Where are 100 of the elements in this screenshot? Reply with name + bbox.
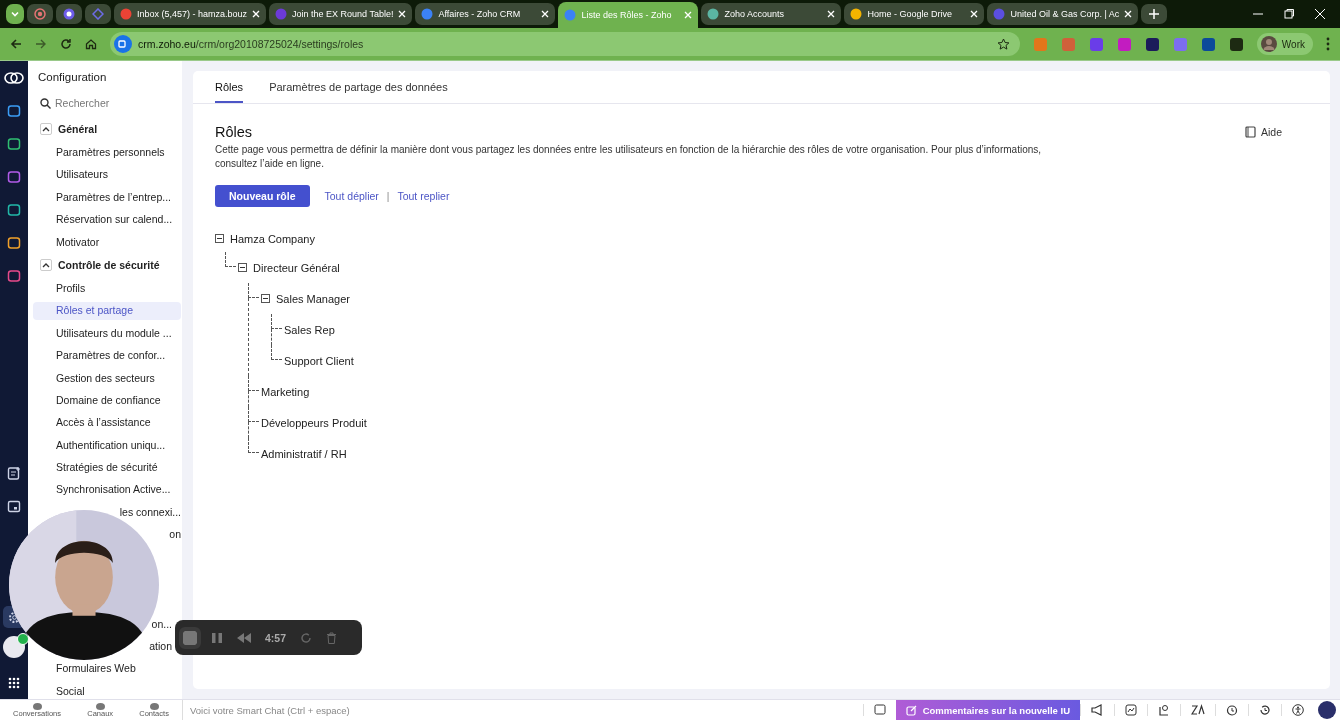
- new-role-button[interactable]: Nouveau rôle: [215, 185, 310, 207]
- site-info-icon[interactable]: [114, 35, 132, 53]
- search-field[interactable]: Rechercher: [33, 91, 181, 115]
- browser-tab[interactable]: Join the EX Round Table!: [269, 3, 413, 25]
- role-name[interactable]: Sales Manager: [276, 292, 350, 305]
- apps-grid-icon[interactable]: [8, 677, 20, 689]
- sidebar-item[interactable]: Profils: [33, 279, 181, 298]
- sidebar-item[interactable]: Accès à l’assistance: [33, 414, 181, 432]
- sidebar-item[interactable]: Synchronisation Active...: [33, 481, 181, 499]
- sidebar-item[interactable]: Utilisateurs: [33, 166, 181, 184]
- pinned-tab[interactable]: [56, 4, 82, 24]
- back-icon[interactable]: [10, 38, 22, 50]
- browser-tab[interactable]: United Oil & Gas Corp. | Ac: [987, 3, 1139, 25]
- restore-icon[interactable]: [1284, 9, 1294, 19]
- url-text: crm.zoho.eu/crm/org20108725024/settings/roles: [138, 38, 365, 50]
- assistant-avatar-icon[interactable]: [1318, 701, 1336, 719]
- record-icon: [34, 8, 46, 20]
- collapse-toggle[interactable]: [215, 234, 224, 243]
- browser-tab[interactable]: Home - Google Drive: [844, 3, 985, 25]
- zoho-logo-icon[interactable]: [4, 71, 24, 85]
- menu-icon[interactable]: [1326, 37, 1330, 51]
- browser-tab[interactable]: Zoho Accounts: [701, 3, 842, 25]
- note-add-icon[interactable]: [7, 466, 21, 480]
- new-tab-button[interactable]: [1141, 4, 1168, 24]
- site-icon: [421, 8, 434, 20]
- address-bar[interactable]: crm.zoho.eu/crm/org20108725024/settings/roles: [110, 32, 1020, 56]
- role-name[interactable]: Marketing: [261, 385, 310, 398]
- sidebar-title: Configuration: [37, 71, 108, 85]
- role-name[interactable]: Administratif / RH: [261, 447, 347, 460]
- connector-line: [225, 252, 236, 267]
- rewind-icon[interactable]: [237, 632, 251, 643]
- text-link[interactable]: Tout replier: [397, 190, 450, 202]
- section-toggle[interactable]: [40, 258, 52, 271]
- help-link[interactable]: Aide: [1245, 126, 1282, 138]
- restart-icon[interactable]: [300, 631, 312, 644]
- delete-icon[interactable]: [326, 631, 337, 644]
- section-toggle[interactable]: [40, 123, 52, 135]
- section-title[interactable]: Contrôle de sécurité: [58, 258, 160, 271]
- forward-icon[interactable]: [35, 38, 47, 50]
- sidebar-item[interactable]: Paramètres de l’entrep...: [33, 188, 181, 207]
- role-name[interactable]: Développeurs Produit: [261, 416, 367, 429]
- sidebar-item[interactable]: les connexi...: [119, 503, 181, 522]
- sidebar-item[interactable]: Paramètres personnels: [33, 144, 181, 162]
- page-tab[interactable]: Rôles: [215, 71, 244, 103]
- site-icon: [993, 8, 1006, 20]
- text-link[interactable]: Tout déplier: [324, 190, 379, 202]
- sidebar-item[interactable]: Stratégies de sécurité: [33, 459, 181, 477]
- nav-icon: [149, 702, 159, 710]
- sidebar-item[interactable]: Réservation sur calend...: [33, 211, 181, 229]
- bookmark-star-icon[interactable]: [996, 37, 1010, 51]
- reload-icon[interactable]: [60, 38, 72, 50]
- sidebar-item[interactable]: ation: [149, 638, 172, 656]
- sidebar-item[interactable]: Formulaires Web: [33, 660, 181, 678]
- collapse-toggle[interactable]: [238, 263, 247, 272]
- sidebar-item[interactable]: Gestion des secteurs: [33, 369, 181, 387]
- site-icon: [564, 9, 577, 21]
- sidebar-item[interactable]: Social: [33, 682, 181, 699]
- sidebar-item[interactable]: on...: [151, 615, 172, 634]
- close-icon[interactable]: [252, 10, 261, 18]
- close-icon[interactable]: [398, 10, 407, 18]
- role-name[interactable]: Hamza Company: [230, 232, 315, 245]
- close-icon[interactable]: [541, 10, 550, 18]
- search-input[interactable]: Rechercher: [55, 97, 145, 109]
- site-icon: [707, 8, 720, 20]
- chevron-icon: [42, 261, 50, 268]
- role-name[interactable]: Support Client: [284, 354, 354, 367]
- browser-tab[interactable]: Affaires - Zoho CRM: [415, 3, 556, 25]
- home-icon[interactable]: [85, 38, 97, 50]
- sidebar-item[interactable]: Paramètres de confor...: [33, 347, 181, 365]
- site-icon: [275, 8, 288, 20]
- close-icon[interactable]: [970, 10, 979, 18]
- close-icon[interactable]: [1124, 10, 1133, 18]
- site-icon: [63, 8, 75, 20]
- link-separator: |: [386, 190, 390, 202]
- extension-icon[interactable]: [1144, 36, 1160, 52]
- chat-input[interactable]: Voici votre Smart Chat (Ctrl + espace): [183, 703, 492, 717]
- close-icon[interactable]: [1315, 9, 1325, 19]
- sidebar-item[interactable]: Domaine de confiance: [33, 391, 181, 410]
- edit-icon: [905, 704, 917, 716]
- collapse-toggle[interactable]: [261, 294, 270, 303]
- page-tab[interactable]: Paramètres de partage des données: [269, 71, 448, 103]
- feedback-button[interactable]: Commentaires sur la nouvelle IU: [895, 700, 1080, 720]
- extension-icon[interactable]: [1200, 36, 1216, 52]
- sidebar-item[interactable]: Rôles et partage: [33, 302, 181, 320]
- sidebar-item[interactable]: Authentification uniqu...: [33, 436, 181, 455]
- sidebar-item[interactable]: Utilisateurs du module ...: [33, 324, 181, 343]
- pinned-tab[interactable]: [27, 4, 53, 24]
- extension-icon[interactable]: [1228, 36, 1244, 52]
- sidebar-item[interactable]: on: [169, 526, 181, 544]
- role-name[interactable]: Directeur Général: [253, 261, 340, 274]
- browser-tab[interactable]: Inbox (5,457) - hamza.bouz: [114, 3, 267, 25]
- smart-chat-field[interactable]: Voici votre Smart Chat (Ctrl + espace): [183, 700, 863, 720]
- tab-search-button[interactable]: [6, 4, 24, 24]
- close-icon[interactable]: [827, 10, 836, 18]
- role-name[interactable]: Sales Rep: [284, 323, 335, 336]
- pause-icon[interactable]: [211, 631, 223, 644]
- sidebar-item[interactable]: Motivator: [33, 233, 181, 251]
- recording-time: 4:57: [265, 631, 286, 644]
- profile-button[interactable]: Work: [1256, 33, 1313, 55]
- section-title[interactable]: Général: [58, 123, 98, 135]
